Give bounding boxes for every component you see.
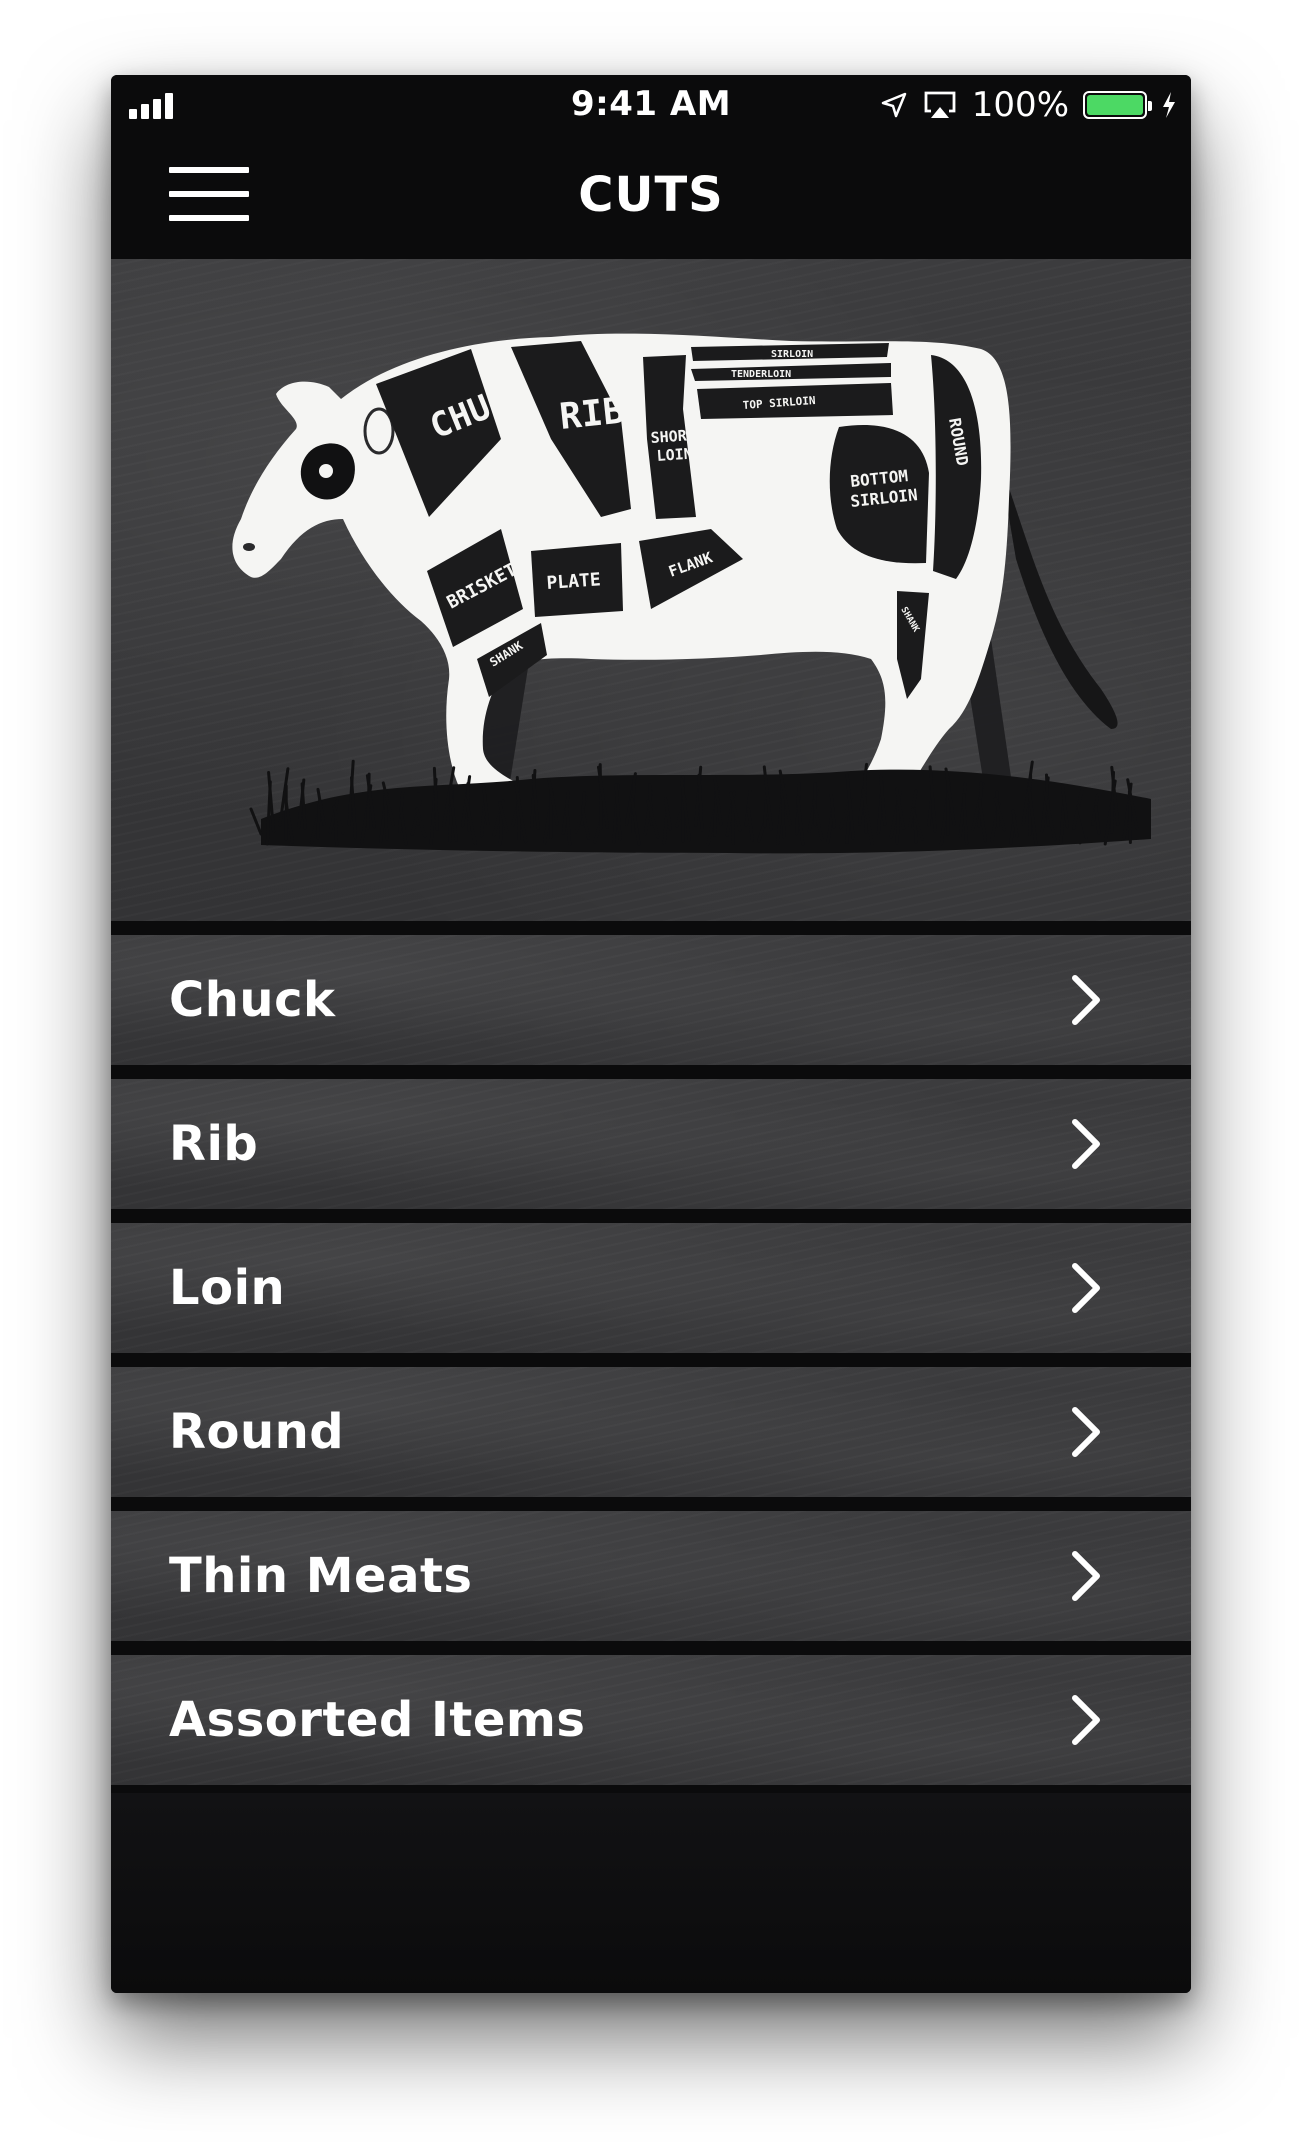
- diagram-label-plate: PLATE: [546, 569, 602, 594]
- list-item-label: Thin Meats: [169, 1548, 473, 1604]
- battery-fill: [1087, 95, 1143, 115]
- list-item-loin[interactable]: Loin: [111, 1223, 1191, 1353]
- chevron-right-icon: [1072, 1119, 1100, 1169]
- diagram-label-tenderloin: TENDERLOIN: [731, 369, 791, 380]
- list-item-label: Loin: [169, 1260, 286, 1316]
- location-arrow-icon: [881, 92, 907, 118]
- chevron-right-icon: [1072, 1263, 1100, 1313]
- list-item-thin-meats[interactable]: Thin Meats: [111, 1511, 1191, 1641]
- airplay-icon: [924, 91, 956, 118]
- list-item-assorted-items[interactable]: Assorted Items: [111, 1655, 1191, 1785]
- status-bar: 9:41 AM 100%: [111, 75, 1191, 137]
- status-right-group: 100%: [880, 85, 1177, 125]
- list-item-chuck[interactable]: Chuck: [111, 935, 1191, 1065]
- list-item-round[interactable]: Round: [111, 1367, 1191, 1497]
- page-title: CUTS: [578, 167, 724, 223]
- battery-percent: 100%: [971, 85, 1069, 125]
- cuts-list: Chuck Rib Loin Round Thin Meats Assorted…: [111, 921, 1191, 1785]
- list-item-label: Chuck: [169, 972, 336, 1028]
- list-item-label: Assorted Items: [169, 1692, 586, 1748]
- diagram-label-rib: RIB: [558, 390, 627, 438]
- diagram-label-sirloin: SIRLOIN: [771, 349, 813, 360]
- beef-cuts-diagram: CHUCK RIB SHORT LOIN SIRLOIN TENDERLOIN …: [111, 259, 1191, 921]
- chevron-right-icon: [1072, 1407, 1100, 1457]
- chevron-right-icon: [1072, 1695, 1100, 1745]
- chevron-right-icon: [1072, 1551, 1100, 1601]
- chevron-right-icon: [1072, 975, 1100, 1025]
- phone-screen: 9:41 AM 100% CUTS CHUCK RIB SHORT LOIN S…: [111, 75, 1191, 1993]
- diagram-label-short-loin-2: LOIN: [656, 445, 693, 465]
- navigation-bar: CUTS: [111, 137, 1191, 259]
- list-item-rib[interactable]: Rib: [111, 1079, 1191, 1209]
- empty-bottom-area: [111, 1793, 1191, 1993]
- list-item-label: Round: [169, 1404, 345, 1460]
- battery-icon: [1083, 91, 1152, 119]
- list-item-label: Rib: [169, 1116, 259, 1172]
- charging-bolt-icon: [1163, 92, 1175, 118]
